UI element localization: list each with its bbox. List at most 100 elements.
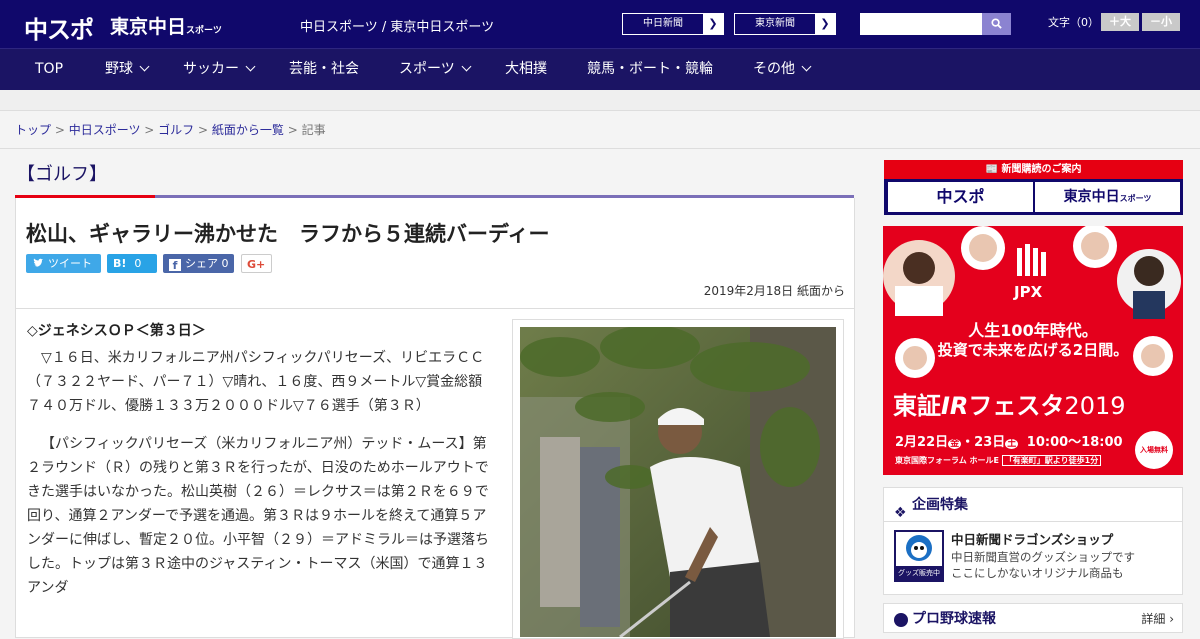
hatena-bookmark-button[interactable]: B! 0 <box>107 254 157 273</box>
nav-item-sumo[interactable]: 大相撲 <box>505 49 547 91</box>
chevron-down-icon <box>461 61 472 72</box>
tokyo-shimbun-link[interactable]: 東京新聞 ❯ <box>734 13 836 35</box>
hatena-icon: B! <box>113 257 127 270</box>
tweet-label: ツイート <box>48 257 92 270</box>
breadcrumb-current: 記事 <box>301 123 326 137</box>
twitter-icon <box>33 258 43 267</box>
chevron-right-icon: ❯ <box>703 14 723 34</box>
search-button[interactable] <box>982 13 1011 35</box>
nav-item-entertainment[interactable]: 芸能・社会 <box>289 49 359 91</box>
subscribe-chuspo[interactable]: 中スポ <box>888 182 1033 212</box>
ad-venue: 東京国際フォーラム ホールE 「有楽町」駅より徒歩1分 <box>895 455 1102 466</box>
divider <box>16 308 854 309</box>
subscribe-head-text: 新聞購読のご案内 <box>1001 164 1082 175</box>
main-nav: TOP 野球 サッカー 芸能・社会 スポーツ 大相撲 競馬・ボート・競輪 その他 <box>0 48 1200 90</box>
ad-dates: 2月22日金・23日土 10:00～18:00 <box>895 431 1123 450</box>
top-header: 中スポ 東京中日スポーツ 中日スポーツ / 東京中日スポーツ 中日新聞 ❯ 東京… <box>0 0 1200 48</box>
feature-item-desc-2: ここにしかないオリジナル商品も <box>951 566 1124 580</box>
fb-share-count: 0 <box>221 257 229 270</box>
nav-item-sports[interactable]: スポーツ <box>399 49 472 91</box>
ad-year: 2019 <box>1064 392 1126 420</box>
nav-label: サッカー <box>183 61 239 77</box>
breadcrumb-separator: > <box>140 123 159 137</box>
google-plus-button[interactable]: G+ <box>241 254 272 273</box>
ad-dow-2: 土 <box>1005 439 1019 449</box>
baseball-widget: プロ野球速報 詳細 › <box>883 603 1183 633</box>
chunichi-shimbun-link[interactable]: 中日新聞 ❯ <box>622 13 724 35</box>
ad-tagline-2: 投資で未来を広げる2日間。 <box>937 341 1129 359</box>
golfer-photo <box>520 327 836 637</box>
facebook-icon: f <box>169 259 181 272</box>
search-icon <box>991 18 1002 29</box>
logo-tokyo-chunichi-small: スポーツ <box>186 26 222 36</box>
ad-title-b: IR <box>941 392 969 420</box>
article-headline: 松山、ギャラリー沸かせた ラフから５連続バーディー <box>26 222 550 246</box>
jpx-ir-festa-ad[interactable]: JPX 人生100年時代。 投資で未来を広げる2日間。 東証IRフェスタ2019… <box>883 226 1183 475</box>
logo-chuspo[interactable]: 中スポ <box>24 10 94 45</box>
article-photo[interactable] <box>520 327 836 637</box>
nav-label: スポーツ <box>399 61 455 77</box>
feature-item-title: 中日新聞ドラゴンズショップ <box>951 532 1114 547</box>
breadcrumb-separator: > <box>51 123 69 137</box>
nav-item-top[interactable]: TOP <box>35 49 63 91</box>
breadcrumb-link-golf[interactable]: ゴルフ <box>158 123 194 137</box>
nav-label: TOP <box>35 61 64 77</box>
logo-tokyo-chunichi-text: 東京中日 <box>110 16 187 38</box>
baseball-icon <box>894 613 908 627</box>
feature-widget: ❖ 企画特集 グッズ販売中 中日新聞ドラゴンズショップ 中日新聞直営のグッズショ… <box>883 487 1183 595</box>
nav-label: 大相撲 <box>505 61 547 77</box>
font-smaller-button[interactable]: －小 <box>1142 13 1180 31</box>
chevron-right-icon: ❯ <box>815 14 835 34</box>
logo-tokyo-chunichi[interactable]: 東京中日スポーツ <box>110 12 222 39</box>
article-paragraph: ▽１６日、米カリフォルニア州パシフィックパリセーズ、リビエラＣＣ（７３２２ヤード… <box>27 350 485 414</box>
article-paragraph: 【パシフィックパリセーズ（米カリフォルニア州）テッド・ムース】第２ラウンド（Ｒ）… <box>27 436 489 596</box>
nav-label: その他 <box>753 61 795 77</box>
ext-link-label: 東京新聞 <box>755 18 795 29</box>
mascot-icon <box>906 535 932 561</box>
ad-free-badge: 入場無料 <box>1135 431 1173 469</box>
ad-time: 10:00～18:00 <box>1026 435 1123 450</box>
subscribe-banner[interactable]: 📰 新聞購読のご案内 中スポ 東京中日スポーツ <box>884 160 1183 215</box>
nav-item-other[interactable]: その他 <box>753 49 812 91</box>
feature-item-desc-1: 中日新聞直営のグッズショップです <box>951 550 1135 564</box>
ad-venue-text: 東京国際フォーラム ホールE <box>895 456 1000 465</box>
ad-title-c: フェスタ <box>968 392 1065 420</box>
goods-badge: グッズ販売中 <box>896 566 942 580</box>
breadcrumb-link-chuspo[interactable]: 中日スポーツ <box>69 123 141 137</box>
nav-label: 芸能・社会 <box>289 61 359 77</box>
fb-share-label: シェア <box>185 257 218 270</box>
site-title: 中日スポーツ / 東京中日スポーツ <box>300 20 495 35</box>
baseball-title-text: プロ野球速報 <box>912 611 996 627</box>
subscribe-b-text: 東京中日 <box>1063 189 1120 205</box>
ext-link-label: 中日新聞 <box>643 18 683 29</box>
ad-title: 東証IRフェスタ2019 <box>893 386 1126 421</box>
hatena-count: 0 <box>134 257 142 270</box>
font-larger-button[interactable]: ＋大 <box>1101 13 1139 31</box>
tweet-button[interactable]: ツイート <box>26 254 101 273</box>
chevron-down-icon <box>139 61 150 72</box>
feature-item[interactable]: グッズ販売中 中日新聞ドラゴンズショップ 中日新聞直営のグッズショップです ここ… <box>884 522 1182 594</box>
chevron-down-icon <box>245 61 256 72</box>
subscribe-banner-head: 📰 新聞購読のご案内 <box>884 160 1183 179</box>
nav-item-soccer[interactable]: サッカー <box>183 49 256 91</box>
feature-title-text: 企画特集 <box>912 497 968 513</box>
font-size-label: 文字（0） <box>1048 16 1099 29</box>
dragons-shop-logo: グッズ販売中 <box>894 530 944 582</box>
ad-access: 「有楽町」駅より徒歩1分 <box>1001 455 1102 466</box>
baseball-widget-title: プロ野球速報 詳細 › <box>884 604 1182 632</box>
nav-label: 野球 <box>105 61 133 77</box>
article-body: ▽１６日、米カリフォルニア州パシフィックパリセーズ、リビエラＣＣ（７３２２ヤード… <box>27 346 493 614</box>
ad-dow-1: 金 <box>948 439 962 449</box>
breadcrumb-separator: > <box>283 123 302 137</box>
breadcrumb-link-list[interactable]: 紙面から一覧 <box>212 123 284 137</box>
nav-item-baseball[interactable]: 野球 <box>105 49 150 91</box>
feature-widget-title: ❖ 企画特集 <box>884 488 1182 522</box>
facebook-share-button[interactable]: f シェア 0 <box>163 254 234 273</box>
category-label: 【ゴルフ】 <box>17 164 107 185</box>
subscribe-tokyo-chunichi[interactable]: 東京中日スポーツ <box>1035 182 1180 212</box>
chevron-down-icon <box>801 61 812 72</box>
nav-item-racing[interactable]: 競馬・ボート・競輪 <box>587 49 713 91</box>
nav-label: 競馬・ボート・競輪 <box>587 61 713 77</box>
search-input[interactable] <box>860 13 982 35</box>
breadcrumb-link-top[interactable]: トップ <box>15 123 51 137</box>
